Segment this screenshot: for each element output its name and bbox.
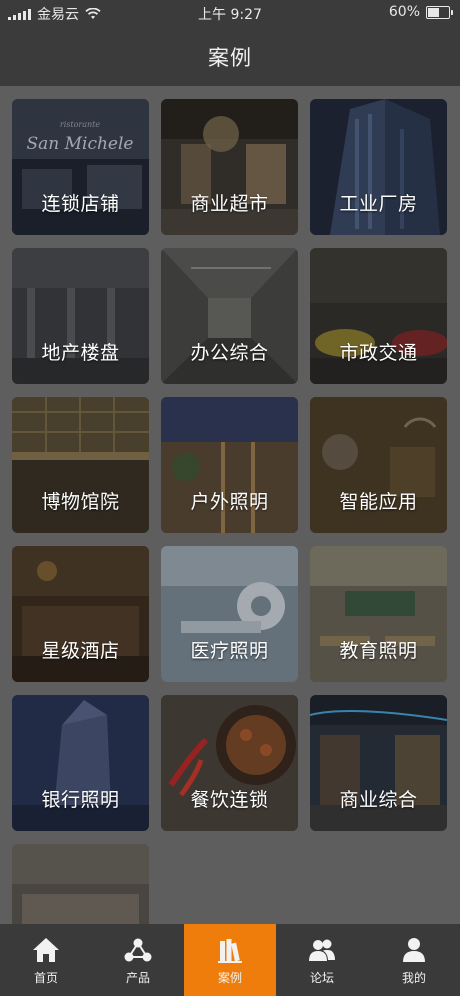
category-tile-office[interactable]: 办公综合 — [161, 248, 298, 384]
tab-case[interactable]: 案例 — [184, 924, 276, 996]
tab-label: 产品 — [125, 970, 150, 985]
nav-bar: 案例 — [0, 28, 460, 86]
category-label: 市政交通 — [339, 342, 418, 364]
tab-label: 论坛 — [309, 970, 334, 985]
category-label: 商业超市 — [190, 193, 269, 215]
category-label: 户外照明 — [190, 491, 269, 513]
tab-label: 首页 — [33, 970, 58, 985]
status-bar: 金易云 上午 9:27 60% — [0, 0, 460, 28]
category-tile-real-estate[interactable]: 地产楼盘 — [12, 248, 149, 384]
category-label: 银行照明 — [41, 789, 120, 811]
category-label: 商业综合 — [339, 789, 418, 811]
battery-icon — [426, 5, 453, 19]
category-label: 博物馆院 — [41, 491, 120, 513]
category-label: 工业厂房 — [339, 193, 418, 215]
page-title: 案例 — [208, 46, 252, 70]
category-label: 星级酒店 — [41, 640, 120, 662]
category-tile-museum[interactable]: 博物馆院 — [12, 397, 149, 533]
category-tile-factory[interactable]: 工业厂房 — [310, 99, 447, 235]
category-tile-bank[interactable]: 银行照明 — [12, 695, 149, 831]
category-label: 医疗照明 — [190, 640, 269, 662]
tab-home[interactable]: 首页 — [0, 924, 92, 996]
category-label: 办公综合 — [190, 342, 269, 364]
category-label: 智能应用 — [339, 491, 418, 513]
category-tile-outdoor[interactable]: 户外照明 — [161, 397, 298, 533]
product-icon — [124, 938, 152, 961]
user-icon — [403, 937, 425, 962]
forum-icon — [309, 939, 335, 961]
home-icon — [33, 937, 59, 962]
case-category-grid: San Michele ristorante 连锁店铺 商业超市 工业厂房 地产… — [12, 99, 448, 980]
tab-label: 案例 — [217, 970, 242, 985]
category-label: 教育照明 — [339, 640, 418, 662]
tab-mine[interactable]: 我的 — [368, 924, 460, 996]
category-label: 连锁店铺 — [41, 193, 120, 215]
category-tile-chain-store[interactable]: San Michele ristorante 连锁店铺 — [12, 99, 149, 235]
tab-label: 我的 — [401, 970, 426, 985]
category-label: 餐饮连锁 — [190, 789, 269, 811]
app-screen: 金易云 上午 9:27 60% 案例 San Michele ristorant… — [0, 0, 460, 996]
case-icon — [218, 938, 242, 963]
category-tile-education[interactable]: 教育照明 — [310, 546, 447, 682]
category-tile-star-hotel[interactable]: 星级酒店 — [12, 546, 149, 682]
category-tile-restaurant-chain[interactable]: 餐饮连锁 — [161, 695, 298, 831]
category-tile-supermarket[interactable]: 商业超市 — [161, 99, 298, 235]
tab-product[interactable]: 产品 — [92, 924, 184, 996]
category-tile-smart-app[interactable]: 智能应用 — [310, 397, 447, 533]
category-label: 地产楼盘 — [41, 342, 120, 364]
category-tile-commercial-complex[interactable]: 商业综合 — [310, 695, 447, 831]
battery-percent: 60% — [388, 4, 420, 20]
status-right: 60% — [388, 4, 453, 20]
tab-forum[interactable]: 论坛 — [276, 924, 368, 996]
bottom-tab-bar: 首页 产品 案例 论坛 我的 — [0, 924, 460, 996]
category-tile-medical[interactable]: 医疗照明 — [161, 546, 298, 682]
category-tile-municipal-traffic[interactable]: 市政交通 — [310, 248, 447, 384]
